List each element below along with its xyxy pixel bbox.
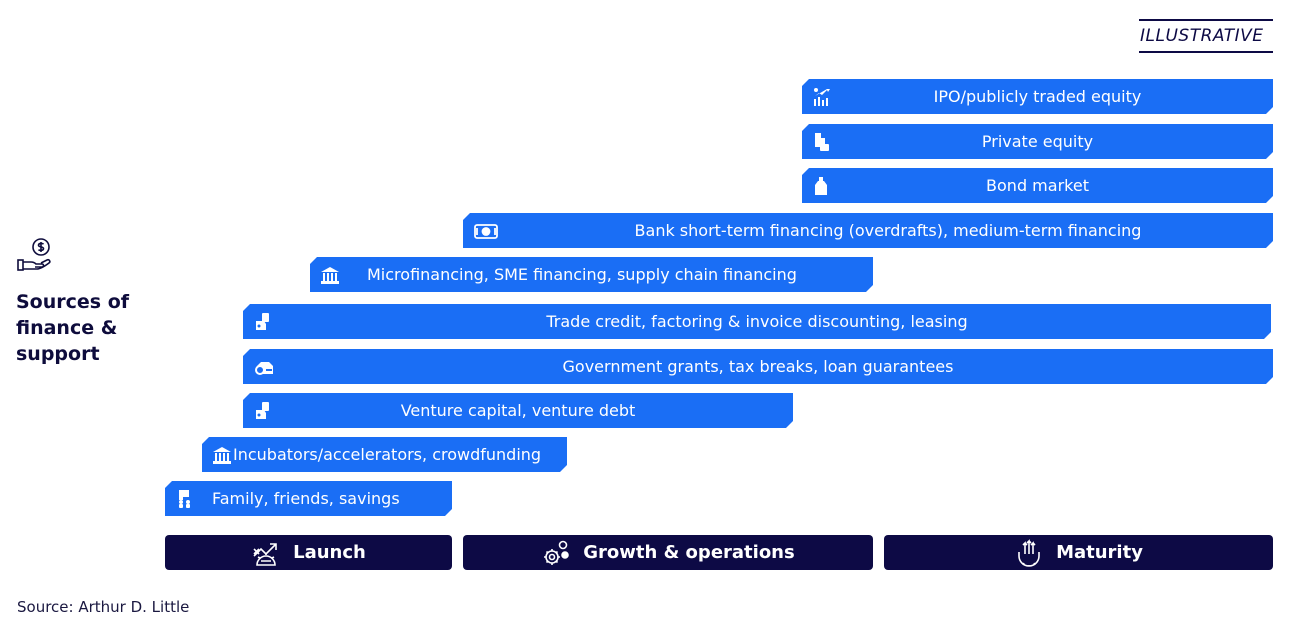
title-line: support [16, 343, 100, 365]
source-bar-private-equity: Private equity [802, 124, 1273, 159]
source-bar-family-friends: Family, friends, savings [165, 481, 452, 516]
illustrative-tag: ILLUSTRATIVE [1139, 19, 1273, 53]
source-label: Microfinancing, SME financing, supply ch… [367, 265, 797, 284]
source-bar-microfinancing: Microfinancing, SME financing, supply ch… [310, 257, 873, 292]
source-bar-trade-credit: Trade credit, factoring & invoice discou… [243, 304, 1271, 339]
side-panel: Sources of finance & support [16, 236, 156, 367]
stage-growth-operations: Growth & operations [463, 535, 873, 570]
source-label: Family, friends, savings [212, 489, 400, 508]
source-bar-bank-financing: Bank short-term financing (overdrafts), … [463, 213, 1273, 248]
source-label: Venture capital, venture debt [400, 401, 636, 420]
stage-launch: Launch [165, 535, 452, 570]
stage-maturity: Maturity [884, 535, 1273, 570]
source-bar-bond-market: Bond market [802, 168, 1273, 203]
hand-holding-dollar-icon [17, 238, 51, 271]
source-label: Incubators/accelerators, crowdfunding [233, 445, 542, 464]
source-bar-government-grants: Government grants, tax breaks, loan guar… [243, 349, 1273, 384]
source-label: Trade credit, factoring & invoice discou… [546, 312, 968, 331]
source-label: IPO/publicly traded equity [933, 87, 1142, 106]
source-note: Source: Arthur D. Little [17, 598, 190, 616]
stage-label: Growth & operations [583, 542, 795, 563]
source-label: Private equity [981, 132, 1094, 151]
source-label: Government grants, tax breaks, loan guar… [562, 357, 954, 376]
stage-label: Maturity [1056, 542, 1143, 563]
gears-icon [544, 540, 570, 565]
source-label: Bond market [986, 176, 1089, 195]
title-line: Sources of [16, 291, 130, 313]
side-panel-title: Sources of finance & support [16, 289, 156, 367]
growth-chart-gear-icon [253, 542, 277, 566]
source-label: Bank short-term financing (overdrafts), … [634, 221, 1142, 240]
title-line: finance & [16, 317, 118, 339]
source-bar-ipo: IPO/publicly traded equity [802, 79, 1273, 114]
source-bar-venture-capital: Venture capital, venture debt [243, 393, 793, 428]
source-bar-incubators: Incubators/accelerators, crowdfunding [202, 437, 567, 472]
stage-label: Launch [293, 542, 366, 563]
hand-gear-arrows-icon [1018, 538, 1040, 567]
